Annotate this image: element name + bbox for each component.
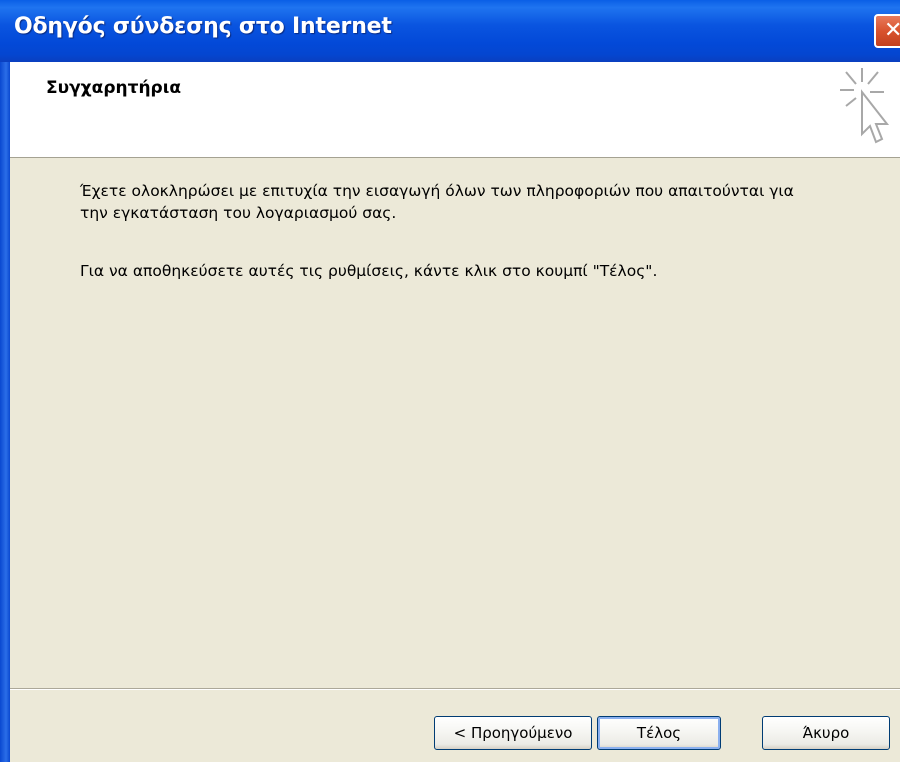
close-button[interactable]: ✕ (874, 14, 900, 48)
divider (10, 688, 900, 690)
close-icon[interactable]: ✕ (884, 18, 900, 44)
window-title: Οδηγός σύνδεσης στο Internet (14, 14, 392, 39)
wizard-cursor-icon (840, 68, 890, 144)
finish-button[interactable]: Τέλος (597, 716, 721, 750)
title-bar[interactable]: Οδηγός σύνδεσης στο Internet ✕ (0, 0, 900, 62)
wizard-window: Οδηγός σύνδεσης στο Internet ✕ Συγχαρητή… (0, 0, 900, 762)
completion-message: Έχετε ολοκληρώσει με επιτυχία την εισαγω… (80, 182, 794, 222)
window-left-border (0, 62, 10, 762)
save-instruction: Για να αποθηκεύσετε αυτές τις ρυθμίσεις,… (80, 262, 658, 280)
wizard-content: Έχετε ολοκληρώσει με επιτυχία την εισαγω… (10, 158, 900, 688)
cancel-button[interactable]: Άκυρο (762, 716, 890, 750)
wizard-header: Συγχαρητήρια (10, 62, 900, 158)
page-title: Συγχαρητήρια (46, 78, 182, 98)
back-button[interactable]: < Προηγούμενο (434, 716, 592, 750)
